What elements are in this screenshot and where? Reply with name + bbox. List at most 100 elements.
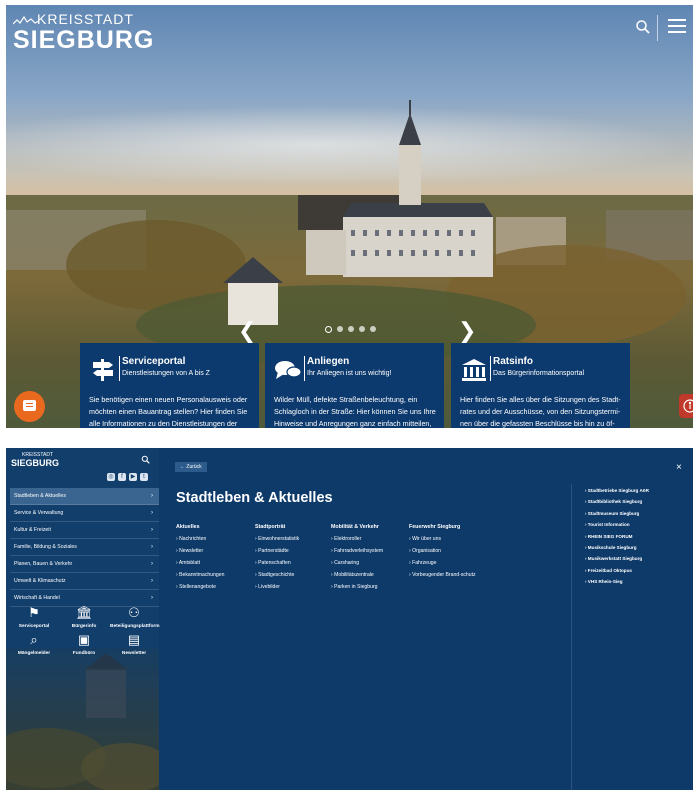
card-subtitle: Das Bürgerinformationsportal <box>493 370 585 377</box>
column-link[interactable]: › Stadtgeschichte <box>255 572 327 578</box>
people-network-icon: ⚇ <box>128 605 140 620</box>
sidebar-nav-item[interactable]: Umwelt & Klimaschutz › <box>10 573 159 590</box>
card-serviceportal[interactable]: Serviceportal Dienstleistungen von A bis… <box>80 343 259 428</box>
related-link[interactable]: › Tourist Information <box>585 522 649 527</box>
column-link[interactable]: › Fahrradverleihsystem <box>331 548 403 554</box>
related-link[interactable]: › Freizeitbad Oktopus <box>585 568 649 573</box>
slider-next-arrow[interactable]: ❯ <box>458 318 476 344</box>
column-link[interactable]: › Stellenangebote <box>176 584 248 590</box>
column-link[interactable]: › Organisation <box>409 548 481 554</box>
logo-kreisstadt: KREISSTADT <box>37 11 134 27</box>
sidebar-nav-label: Umwelt & Klimaschutz <box>14 578 66 584</box>
chat-button[interactable] <box>14 391 45 422</box>
sidebar-nav-item[interactable]: Planen, Bauen & Verkehr › <box>10 556 159 573</box>
related-link[interactable]: › Stadtbetriebe Siegburg AöR <box>585 488 649 493</box>
card-text: Hier finden Sie alles über die Sitzungen… <box>460 395 621 428</box>
sidebar-nav-item[interactable]: Service & Verwaltung › <box>10 505 159 522</box>
box-icon: ▣ <box>77 632 91 647</box>
slider-dot[interactable] <box>370 326 376 332</box>
related-link[interactable]: › Stadtbibliothek Siegburg <box>585 499 649 504</box>
column-link[interactable]: › Nachrichten <box>176 536 248 542</box>
related-link[interactable]: › Stadtmuseum Siegburg <box>585 511 649 516</box>
homepage-screen: KREISSTADT SIEGBURG ❮ ❯ Serviceportal Di… <box>6 5 693 428</box>
sidebar-nav-item[interactable]: Stadtleben & Aktuelles › <box>10 488 159 505</box>
column-heading[interactable]: Feuerwehr Siegburg <box>409 524 481 530</box>
card-anliegen[interactable]: Anliegen Ihr Anliegen ist uns wichtig! W… <box>265 343 444 428</box>
slider-dot[interactable] <box>325 326 332 333</box>
quick-link-item[interactable]: ⌕ Mängelmelder <box>10 633 58 657</box>
logo-siegburg: SIEGBURG <box>13 26 155 54</box>
related-link[interactable]: › Musikschule Siegburg <box>585 545 649 550</box>
hamburger-menu-icon[interactable] <box>668 19 686 33</box>
quick-link-label: Newsletter <box>121 651 147 656</box>
card-ratsinfo[interactable]: Ratsinfo Das Bürgerinformationsportal Hi… <box>451 343 630 428</box>
accessibility-icon <box>683 399 693 413</box>
search-icon[interactable] <box>635 19 651 35</box>
slider-prev-arrow[interactable]: ❮ <box>238 318 256 344</box>
sidebar-nav-item[interactable]: Familie, Bildung & Soziales › <box>10 539 159 556</box>
column-link[interactable]: › Einwohnerstatistik <box>255 536 327 542</box>
column-heading[interactable]: Mobilität & Verkehr <box>331 524 403 530</box>
link-column: Aktuelles › Nachrichten › Newsletter › Amts… <box>176 524 248 596</box>
column-link[interactable]: › Wir über uns <box>409 536 481 542</box>
column-link[interactable]: › Elektroroller <box>331 536 403 542</box>
column-link[interactable]: › Mobilitätszentrale <box>331 572 403 578</box>
columns-building-icon <box>462 359 486 381</box>
header-divider <box>657 15 658 41</box>
column-link[interactable]: › Amtsblatt <box>176 560 248 566</box>
column-link[interactable]: › Parken in Siegburg <box>331 584 403 590</box>
navigation-overlay-screen: KREISSTADT SIEGBURG ◎ f ▶ t Stadtleben &… <box>6 448 693 790</box>
sidebar-nav-label: Stadtleben & Aktuelles <box>14 493 66 499</box>
column-heading[interactable]: Stadtporträt <box>255 524 327 530</box>
sidebar-nav-item[interactable]: Kultur & Freizeit › <box>10 522 159 539</box>
related-link[interactable]: › RHEIN SIEG FORUM <box>585 534 649 539</box>
column-link[interactable]: › Carsharing <box>331 560 403 566</box>
quick-link-item[interactable]: ⚇ Beteiligungsplattform <box>110 605 160 630</box>
chevron-right-icon: › <box>151 578 153 584</box>
logo-siegburg: SIEGBURG <box>11 458 60 468</box>
facebook-icon[interactable]: f <box>118 473 126 481</box>
search-icon[interactable] <box>141 455 150 464</box>
column-link[interactable]: › Patenschaften <box>255 560 327 566</box>
column-link[interactable]: › Livebilder <box>255 584 327 590</box>
sidebar-nav-label: Planen, Bauen & Verkehr <box>14 561 73 567</box>
slider-dot[interactable] <box>359 326 365 332</box>
chevron-right-icon: › <box>151 527 153 533</box>
column-heading[interactable]: Aktuelles <box>176 524 248 530</box>
card-subtitle: Ihr Anliegen ist uns wichtig! <box>307 370 392 377</box>
columns-building-icon: 🏛 <box>76 605 93 620</box>
slider-dot[interactable] <box>348 326 354 332</box>
related-links: › Stadtbetriebe Siegburg AöR › Stadtbibli… <box>585 488 649 591</box>
instagram-icon[interactable]: ◎ <box>107 473 115 481</box>
slider-dot[interactable] <box>337 326 343 332</box>
quick-link-label: Mängelmelder <box>17 651 51 656</box>
card-title: Anliegen <box>307 356 350 367</box>
chevron-right-icon: › <box>151 561 153 567</box>
column-divider <box>571 484 572 790</box>
close-icon[interactable]: × <box>676 463 682 473</box>
back-button[interactable]: ← Zurück <box>175 462 207 472</box>
quick-link-item[interactable]: ▣ Fundbüro <box>60 632 108 657</box>
signpost-icon: ⚑ <box>28 605 40 620</box>
signpost-icon <box>93 359 113 381</box>
column-link[interactable]: › Vorbeugender Brand-schutz <box>409 572 481 578</box>
city-logo[interactable]: KREISSTADT SIEGBURG <box>13 11 154 55</box>
related-link[interactable]: › VHS Rhein-Sieg <box>585 579 649 584</box>
related-link[interactable]: › Musikwerkstatt Siegburg <box>585 556 649 561</box>
card-text: Sie benötigen einen neuen Personalauswei… <box>89 395 248 428</box>
accessibility-button[interactable] <box>679 394 693 418</box>
column-link[interactable]: › Newsletter <box>176 548 248 554</box>
quick-link-item[interactable]: 🏛 Bürgerinfo <box>60 605 108 630</box>
column-link[interactable]: › Bekanntmachungen <box>176 572 248 578</box>
link-column: Feuerwehr Siegburg › Wir über uns › Organi… <box>409 524 481 584</box>
sidebar-logo[interactable]: KREISSTADT SIEGBURG <box>11 452 59 468</box>
quick-link-item[interactable]: ⚑ Serviceportal <box>10 605 58 630</box>
youtube-icon[interactable]: ▶ <box>129 473 137 481</box>
column-link[interactable]: › Fahrzeuge <box>409 560 481 566</box>
column-link[interactable]: › Partnerstädte <box>255 548 327 554</box>
quick-link-item[interactable]: ▤ Newsletter <box>110 633 158 657</box>
link-column: Stadtporträt › Einwohnerstatistik › Partne… <box>255 524 327 596</box>
twitter-icon[interactable]: t <box>140 473 148 481</box>
sidebar-nav-label: Wirtschaft & Handel <box>14 595 60 601</box>
main-navigation: Stadtleben & Aktuelles › Service & Verwalt… <box>10 488 159 607</box>
